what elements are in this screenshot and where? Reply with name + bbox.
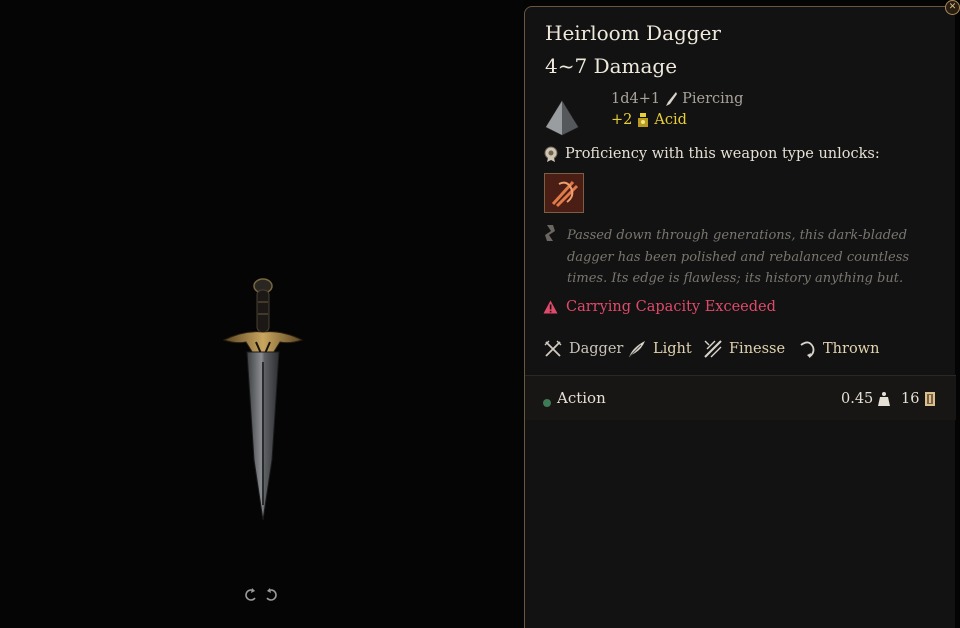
close-icon: ✕ (948, 2, 957, 12)
item-preview (0, 0, 524, 628)
bonus-damage-type: Acid (654, 112, 687, 128)
proficiency-row: Proficiency with this weapon type unlock… (543, 145, 880, 163)
damage-die-icon (545, 100, 579, 136)
property-label: Dagger (569, 341, 624, 357)
item-description: Passed down through generations, this da… (567, 228, 910, 286)
damage-type: Piercing (682, 91, 744, 107)
rotate-right-icon[interactable] (264, 586, 278, 604)
damage-dice: 1d4+1 (611, 91, 661, 107)
dagger-model-image (222, 278, 304, 521)
property-label: Finesse (729, 341, 786, 357)
warning-row: Carrying Capacity Exceeded (543, 299, 776, 315)
warning-icon (543, 300, 558, 314)
rotate-left-icon[interactable] (244, 586, 258, 604)
acid-icon (638, 113, 649, 127)
weight-icon (878, 392, 891, 406)
property-label: Thrown (823, 341, 880, 357)
close-button[interactable]: ✕ (945, 0, 960, 15)
property-thrown[interactable]: Thrown (797, 339, 879, 359)
bonus-damage-value: +2 (611, 112, 633, 128)
warning-text: Carrying Capacity Exceeded (566, 299, 776, 315)
damage-dice-line: 1d4+1 Piercing (611, 91, 743, 107)
dagger-icon (544, 340, 562, 357)
property-label: Light (653, 341, 692, 357)
weight-value: 0.45 (841, 391, 874, 407)
item-tooltip-panel: Heirloom Dagger 4~7 Damage 1d4+1 Piercin… (524, 6, 956, 628)
weapon-action-tile[interactable] (544, 173, 584, 213)
price-value: 16 (901, 391, 920, 407)
proficiency-icon (544, 146, 558, 162)
bonus-damage-line: +2 Acid (611, 112, 687, 128)
weight-group: 0.45 (841, 391, 891, 407)
quill-icon (545, 225, 555, 241)
gold-icon (925, 392, 936, 406)
property-light[interactable]: Light (627, 339, 692, 359)
action-label: Action (557, 389, 606, 407)
proficiency-text: Proficiency with this weapon type unlock… (565, 146, 880, 162)
finesse-icon (704, 340, 722, 358)
damage-range: 4~7 Damage (545, 54, 678, 78)
action-indicator-dot (543, 399, 551, 407)
weapon-action-icon (545, 174, 583, 212)
thrown-icon (800, 341, 815, 358)
item-name: Heirloom Dagger (545, 21, 721, 45)
rotate-controls (244, 586, 278, 604)
feather-icon (628, 341, 645, 358)
price-group: 16 (901, 391, 937, 407)
property-finesse[interactable]: Finesse (703, 339, 785, 359)
property-dagger[interactable]: Dagger (543, 339, 623, 359)
item-footer: Action 0.45 16 (525, 376, 956, 420)
piercing-icon (666, 92, 678, 106)
damage-breakdown: 1d4+1 Piercing +2 Acid (543, 91, 943, 141)
